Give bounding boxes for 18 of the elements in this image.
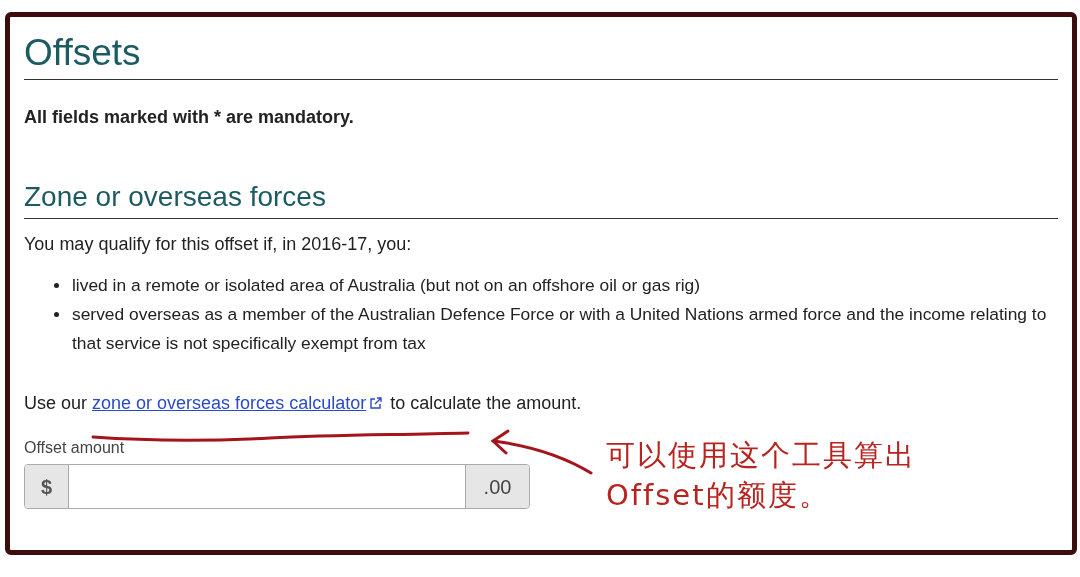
bullet-text: lived in a remote or isolated area of Australia (but not on an offshore oil or gas rig) [72,274,701,297]
calculator-link[interactable]: zone or overseas forces calculator [92,393,367,413]
currency-prefix: $ [25,465,69,508]
arrow-icon [488,429,594,475]
calculator-sentence: Use our zone or overseas forces calculator to calculate the amount. [24,392,583,415]
section-heading: Zone or overseas forces [24,180,327,214]
amount-field[interactable]: $ .00 [24,464,530,509]
annotation-text: 可以使用这个工具算出 [606,437,916,474]
field-label: Offset amount [24,438,125,458]
bullet-icon [54,312,59,317]
mandatory-note: All fields marked with * are mandatory. [24,106,355,129]
external-link-icon [369,397,383,410]
bullet-icon [54,283,59,288]
cents-suffix: .00 [465,465,529,508]
bullet-text: served overseas as a member of the Australian Defence Force or with a United Nations armed force and the income relating to that service is not specifically exempt from tax [72,303,1048,355]
intro-text: You may qualify for this offset if, in 2016-17, you: [24,233,413,256]
annotation-text: Offset的额度。 [606,477,831,514]
page-heading: Offsets [24,31,142,75]
